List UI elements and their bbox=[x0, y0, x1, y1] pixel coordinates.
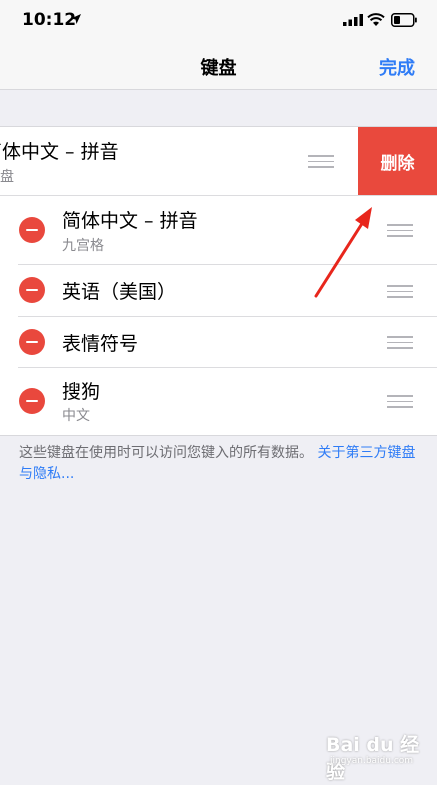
navigation-bar: 键盘 完成 bbox=[0, 44, 437, 90]
keyboard-subtitle: 键盘 bbox=[0, 169, 14, 185]
privacy-footer: 这些键盘在使用时可以访问您键入的所有数据。 关于第三方键盘与隐私... bbox=[19, 443, 419, 485]
footer-text: 这些键盘在使用时可以访问您键入的所有数据。 bbox=[19, 445, 313, 461]
keyboard-name: 英语（美国） bbox=[62, 281, 177, 303]
minus-circle-icon[interactable] bbox=[19, 277, 45, 303]
watermark-logo: Bai du 经验 jingyan.baidu.com bbox=[326, 730, 426, 783]
battery-icon bbox=[391, 13, 417, 27]
minus-circle-icon[interactable] bbox=[19, 217, 45, 243]
done-button[interactable]: 完成 bbox=[379, 54, 415, 80]
keyboard-name: 表情符号 bbox=[62, 333, 139, 355]
keyboard-row-swiped[interactable]: 简体中文 – 拼音 键盘 删除 bbox=[0, 127, 437, 195]
keyboard-name: 简体中文 – 拼音 bbox=[62, 210, 198, 232]
wifi-icon bbox=[367, 13, 385, 26]
minus-circle-icon[interactable] bbox=[19, 329, 45, 355]
reorder-grip-icon[interactable] bbox=[308, 155, 334, 169]
watermark-sub: jingyan.baidu.com bbox=[330, 756, 414, 766]
delete-button[interactable]: 删除 bbox=[358, 127, 437, 195]
keyboard-list: 简体中文 – 拼音 键盘 删除 简体中文 – 拼音 九宫格 英语（美国） 表情符… bbox=[0, 126, 437, 436]
status-time: 10:12 bbox=[22, 10, 77, 30]
reorder-grip-icon[interactable] bbox=[387, 336, 413, 350]
keyboard-subtitle: 中文 bbox=[62, 408, 90, 424]
keyboard-row[interactable]: 英语（美国） bbox=[0, 265, 437, 316]
minus-circle-icon[interactable] bbox=[19, 388, 45, 414]
keyboard-row[interactable]: 搜狗 中文 bbox=[0, 368, 437, 434]
page-title: 键盘 bbox=[200, 58, 237, 79]
reorder-grip-icon[interactable] bbox=[387, 285, 413, 299]
keyboard-subtitle: 九宫格 bbox=[62, 238, 104, 254]
location-arrow-icon bbox=[71, 14, 81, 24]
reorder-grip-icon[interactable] bbox=[387, 224, 413, 238]
keyboard-name: 简体中文 – 拼音 bbox=[0, 141, 119, 163]
keyboard-row[interactable]: 表情符号 bbox=[0, 317, 437, 367]
status-bar: 10:12 bbox=[0, 0, 437, 44]
signal-icon bbox=[343, 14, 363, 26]
reorder-grip-icon[interactable] bbox=[387, 395, 413, 409]
keyboard-name: 搜狗 bbox=[62, 381, 101, 403]
keyboard-row[interactable]: 简体中文 – 拼音 九宫格 bbox=[0, 196, 437, 264]
